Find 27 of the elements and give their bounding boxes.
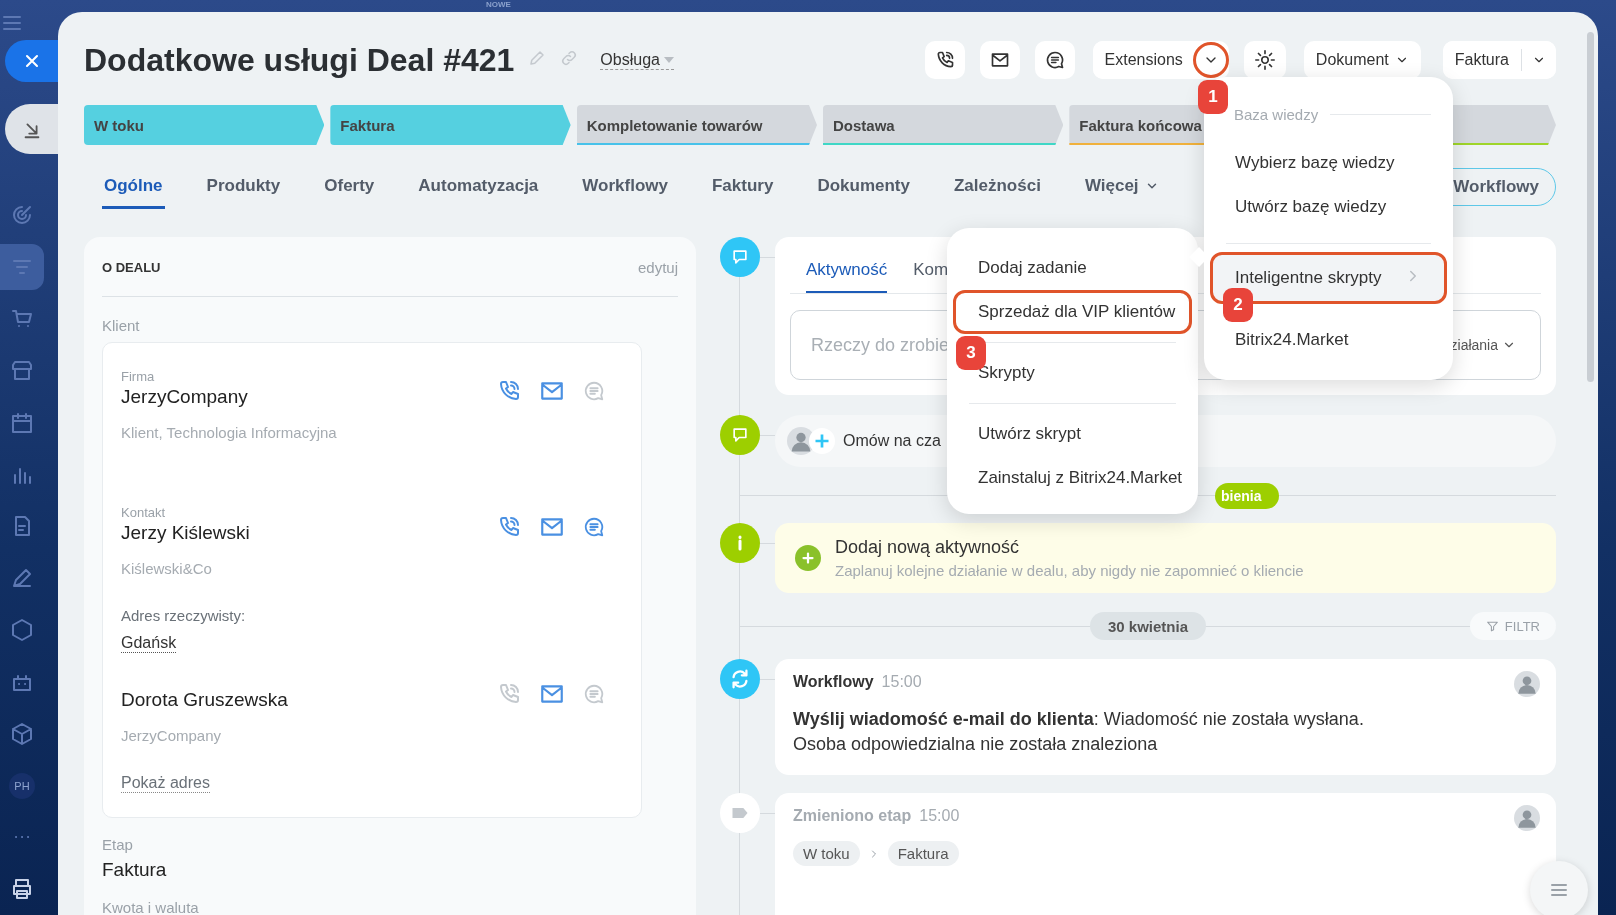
contact-detail: JerzyCompany bbox=[121, 727, 222, 744]
card-title: Dodaj nową aktywność bbox=[835, 537, 1021, 558]
field-value: Faktura bbox=[102, 859, 168, 881]
new-label: NOWE bbox=[486, 0, 511, 9]
event-time: 15:00 bbox=[919, 807, 960, 826]
stage-chip: W toku bbox=[793, 841, 860, 867]
field-label: Etap bbox=[102, 836, 134, 853]
stage-chip: Faktura bbox=[887, 841, 959, 867]
user-avatar: PH bbox=[9, 772, 35, 799]
contact-caption: Firma bbox=[121, 369, 156, 384]
deal-title: Dodatkowe usługi Deal #421 bbox=[84, 41, 515, 79]
event-time: 15:00 bbox=[881, 673, 922, 691]
section-title: O DEALU bbox=[102, 260, 161, 275]
card-subtitle: Zaplanuj kolejne działanie w dealu, aby nigdy nie zapomnieć o kliencie bbox=[835, 562, 1304, 579]
contact-caption: Kontakt bbox=[121, 505, 167, 520]
status-badge: bienia bbox=[1215, 483, 1280, 509]
step-badge: 2 bbox=[1223, 288, 1253, 322]
contact-detail: Kiślewski&Co bbox=[121, 560, 212, 577]
address-label: Adres rzeczywisty: bbox=[121, 607, 246, 624]
event-text: Wyślij wiadomość e-mail do klienta: Wiadomość nie została wysłana. Osoba odpowiedzialna nie została znaleziona bbox=[793, 708, 1365, 757]
field-label: Kwota i waluta bbox=[102, 899, 200, 915]
contact-detail: Klient, Technologia Informacyjna bbox=[121, 424, 337, 441]
field-label: Klient bbox=[102, 317, 141, 334]
date-badge: 30 kwietnia bbox=[1089, 612, 1206, 640]
step-badge: 1 bbox=[1198, 80, 1228, 114]
event-title: Zmieniono etap bbox=[793, 807, 912, 826]
event-title: Workflowy bbox=[793, 673, 874, 691]
